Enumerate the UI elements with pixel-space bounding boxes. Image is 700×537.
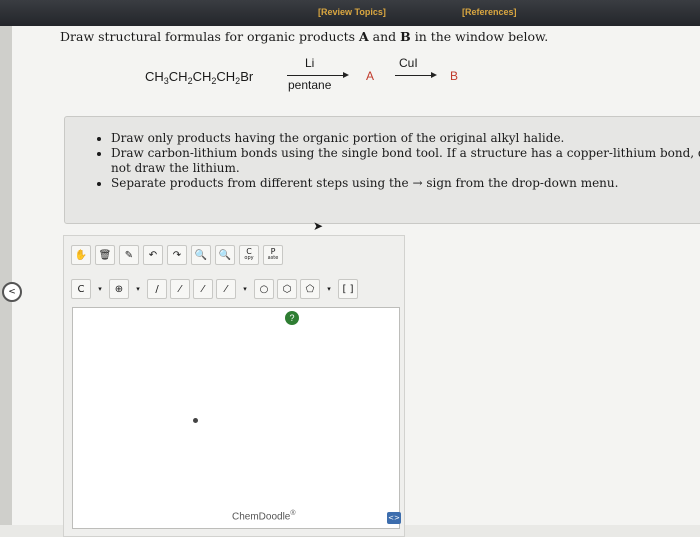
canvas-dot — [193, 418, 198, 423]
hexagon-ring-button[interactable]: ⬡ — [277, 279, 297, 299]
chemdoodle-brand: ChemDoodle® — [232, 510, 296, 523]
chevron-down-icon[interactable]: ▾ — [323, 280, 335, 298]
single-bond-button[interactable]: / — [147, 279, 167, 299]
bold-bond-button[interactable]: ⁄ — [193, 279, 213, 299]
question-text: Draw structural formulas for organic pro… — [60, 29, 549, 44]
hash-bond-button[interactable]: ⁄ — [216, 279, 236, 299]
copy-button[interactable]: Copy — [239, 245, 259, 265]
carbon-atom-button[interactable]: C — [71, 279, 91, 299]
instructions-box: Draw only products having the organic po… — [64, 116, 700, 224]
paste-letter: P — [270, 247, 276, 256]
chevron-down-icon[interactable]: ▾ — [132, 280, 144, 298]
starting-material: CH3CH2CH2CH2Br — [145, 69, 254, 86]
pan-hand-icon[interactable]: ✋ — [71, 245, 91, 265]
ring-circle-button[interactable]: ○ — [254, 279, 274, 299]
left-edge — [0, 26, 12, 525]
references-link[interactable]: [References] — [462, 7, 517, 17]
undo-icon[interactable]: ↶ — [143, 245, 163, 265]
zoom-in-icon[interactable]: 🔍 — [191, 245, 211, 265]
top-nav-bar: [Review Topics] [References] — [0, 0, 700, 26]
expand-icon[interactable]: <> — [387, 512, 401, 524]
pentagon-ring-button[interactable]: ⬠ — [300, 279, 320, 299]
eraser-icon[interactable]: ✎ — [119, 245, 139, 265]
mouse-cursor-icon: ➤ — [313, 219, 324, 233]
product-b-label: B — [450, 69, 459, 83]
paste-sub: aste — [267, 255, 279, 261]
toolbar-row-1: ✋ 🗑 ✎ ↶ ↷ 🔍 🔍 Copy Paste — [71, 245, 283, 267]
toolbar-row-2: C ▾ ⊕ ▾ / ⁄ ⁄ ⁄ ▾ ○ ⬡ ⬠ ▾ [ ] — [71, 278, 358, 300]
wedge-bond-button[interactable]: ⁄ — [170, 279, 190, 299]
bracket-button[interactable]: [ ] — [338, 279, 358, 299]
trash-icon[interactable]: 🗑 — [95, 245, 115, 265]
chevron-down-icon[interactable]: ▾ — [94, 280, 106, 298]
reagent-pentane: pentane — [288, 78, 332, 92]
instruction-item: Draw carbon-lithium bonds using the sing… — [111, 146, 700, 176]
paste-button[interactable]: Paste — [263, 245, 283, 265]
copy-sub: opy — [244, 255, 254, 261]
reaction-arrow-1 — [287, 72, 349, 78]
reagent-li: Li — [305, 56, 315, 70]
copy-letter: C — [246, 247, 252, 256]
review-topics-link[interactable]: [Review Topics] — [318, 7, 386, 17]
redo-icon[interactable]: ↷ — [167, 245, 187, 265]
reaction-scheme: CH3CH2CH2CH2Br Li pentane A CuI B — [145, 56, 475, 98]
chevron-down-icon[interactable]: ▾ — [239, 280, 251, 298]
instruction-item: Separate products from different steps u… — [111, 176, 700, 191]
previous-nav-button[interactable]: < — [2, 282, 22, 302]
reaction-arrow-2 — [395, 72, 437, 78]
zoom-out-icon[interactable]: 🔍 — [215, 245, 235, 265]
instruction-item: Draw only products having the organic po… — [111, 131, 700, 146]
reagent-cui: CuI — [399, 56, 418, 70]
drawing-canvas[interactable] — [72, 307, 400, 529]
charge-plus-button[interactable]: ⊕ — [109, 279, 129, 299]
help-button[interactable]: ? — [285, 311, 299, 325]
product-a-label: A — [366, 69, 375, 83]
